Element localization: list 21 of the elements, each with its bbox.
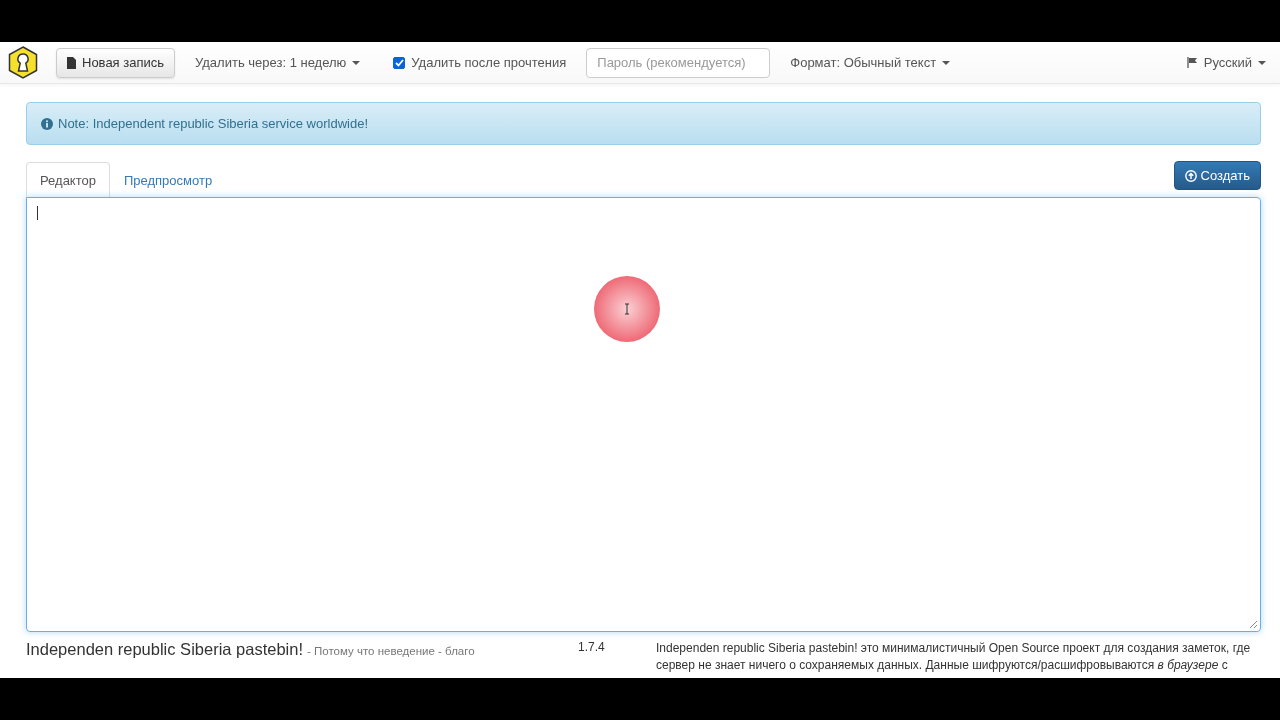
footer-description: Independen republic Siberia pastebin! это минималистичный Open Source проект для создания заметок, где сервер не знает ничего о сохраняемых данных. Данные шифруются/расшифровываются в браузере с bbox=[656, 640, 1251, 674]
expire-dropdown[interactable]: Удалить через: 1 неделю bbox=[195, 55, 361, 70]
upload-icon bbox=[1184, 169, 1197, 182]
new-paste-button[interactable]: Новая запись bbox=[56, 47, 176, 78]
language-dropdown[interactable]: Русский bbox=[1186, 55, 1266, 70]
tab[interactable]: Редактор bbox=[26, 162, 110, 197]
flag-icon bbox=[1186, 57, 1198, 68]
alert-text: Note: Independent republic Siberia service worldwide! bbox=[58, 116, 368, 131]
password-field[interactable]: Пароль (рекомендуется) bbox=[586, 47, 771, 78]
version-text: 1.7.4 bbox=[578, 640, 606, 654]
keyhole-logo-icon[interactable] bbox=[8, 46, 38, 79]
create-button[interactable]: Создать bbox=[1173, 161, 1261, 190]
burn-after-reading-checkbox[interactable]: Удалить после прочтения bbox=[393, 55, 567, 70]
resize-handle-icon[interactable] bbox=[1248, 619, 1258, 629]
footer-tagline: - Потому что неведение - благо bbox=[307, 645, 475, 657]
cursor-highlight-icon bbox=[594, 276, 660, 342]
checkbox-icon[interactable] bbox=[393, 56, 406, 69]
document-icon bbox=[67, 56, 76, 69]
info-icon bbox=[41, 117, 53, 130]
footer-title: Independen republic Siberia pastebin! bbox=[26, 640, 304, 659]
format-dropdown[interactable]: Формат: Обычный текст bbox=[790, 55, 951, 70]
